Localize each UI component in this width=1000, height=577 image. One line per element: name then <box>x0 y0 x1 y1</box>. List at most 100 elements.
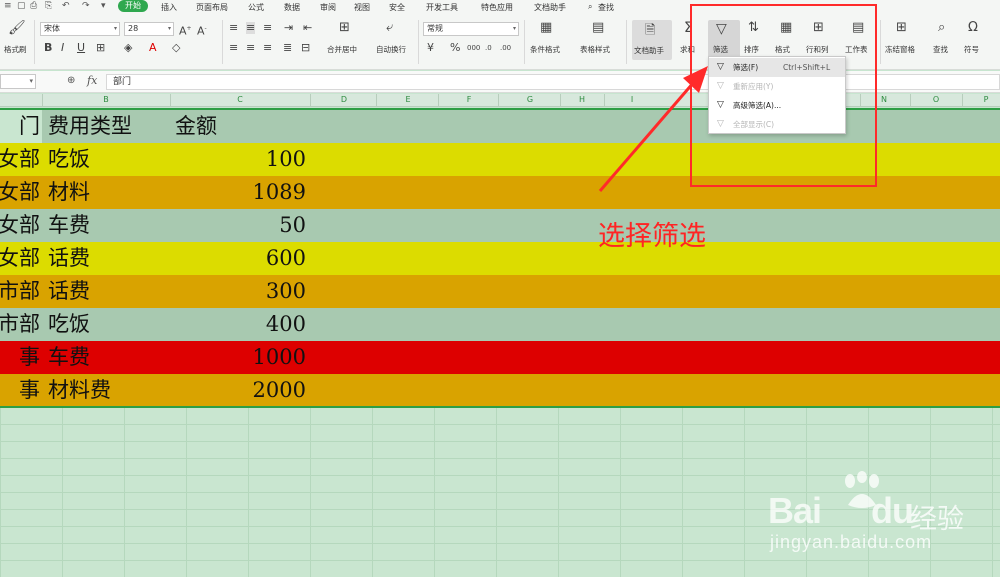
italic-icon[interactable]: I <box>61 42 64 54</box>
menu-icon[interactable]: ≡ <box>4 1 12 11</box>
tab-security[interactable]: 安全 <box>389 2 405 13</box>
freeze-panes-icon[interactable]: ⊞ <box>896 21 907 34</box>
increase-decimal-icon[interactable]: .0 <box>485 42 492 54</box>
tab-home[interactable]: 开始 <box>118 0 148 12</box>
tab-page-layout[interactable]: 页面布局 <box>196 2 228 13</box>
table-cell[interactable]: 市部 <box>0 275 40 308</box>
table-cell[interactable]: 金额 <box>175 110 217 143</box>
tab-data[interactable]: 数据 <box>284 2 300 13</box>
table-cell[interactable]: 吃饭 <box>48 143 90 176</box>
border-icon[interactable]: ⊞ <box>96 42 105 54</box>
find-icon[interactable]: ⌕ <box>938 21 945 34</box>
merge-center-icon[interactable]: ⊞ <box>339 21 350 34</box>
tab-special-apps[interactable]: 特色应用 <box>481 2 513 13</box>
table-cell[interactable]: 300 <box>170 275 306 308</box>
table-cell[interactable]: 话费 <box>48 242 90 275</box>
table-cell[interactable]: 女部 <box>0 143 40 176</box>
table-cell[interactable]: 话费 <box>48 275 90 308</box>
column-header-p[interactable]: P <box>976 95 996 104</box>
align-top-icon[interactable]: ≡ <box>229 22 238 34</box>
font-name-select[interactable]: 宋体 ▾ <box>40 22 120 36</box>
column-header-e[interactable]: E <box>398 95 418 104</box>
table-style-button[interactable]: 表格样式 <box>580 44 610 55</box>
decrease-font-icon[interactable]: A- <box>197 23 207 38</box>
underline-icon[interactable]: U <box>77 42 85 54</box>
print-icon[interactable]: ⎙ <box>30 1 37 11</box>
table-cell[interactable]: 车费 <box>48 209 90 242</box>
table-cell[interactable]: 50 <box>170 209 306 242</box>
table-cell[interactable]: 1000 <box>170 341 306 374</box>
format-painter-icon[interactable]: 🖌 <box>8 21 26 35</box>
new-file-icon[interactable]: ▢ <box>17 1 26 11</box>
justify-icon[interactable]: ≣ <box>283 42 292 54</box>
redo-icon[interactable]: ↷ <box>82 1 90 11</box>
decrease-decimal-icon[interactable]: .00 <box>500 42 511 54</box>
column-header-c[interactable]: C <box>230 95 250 104</box>
align-center-icon[interactable]: ≡ <box>246 42 255 54</box>
column-header-g[interactable]: G <box>520 95 540 104</box>
conditional-format-button[interactable]: 条件格式 <box>530 44 560 55</box>
tab-formulas[interactable]: 公式 <box>248 2 264 13</box>
align-left-icon[interactable]: ≡ <box>229 42 238 54</box>
table-cell[interactable]: 事 <box>0 341 40 374</box>
preview-icon[interactable]: ⎘ <box>45 1 52 11</box>
conditional-format-icon[interactable]: ▦ <box>540 21 552 34</box>
symbol-button[interactable]: 符号 <box>964 44 979 55</box>
font-size-select[interactable]: 28 ▾ <box>124 22 174 36</box>
wrap-text-button[interactable]: 自动换行 <box>376 44 406 55</box>
outdent-icon[interactable]: ⇤ <box>303 22 312 34</box>
currency-icon[interactable]: ¥ <box>427 42 434 54</box>
table-cell[interactable]: 材料 <box>48 176 90 209</box>
distributed-icon[interactable]: ⊟ <box>301 42 310 54</box>
table-style-icon[interactable]: ▤ <box>592 21 604 34</box>
column-header-b[interactable]: B <box>96 95 116 104</box>
number-format-select[interactable]: 常规 ▾ <box>423 22 519 36</box>
align-middle-icon[interactable]: ≡ <box>246 22 256 34</box>
table-cell[interactable]: 事 <box>0 374 40 407</box>
column-header-i[interactable]: I <box>622 95 642 104</box>
table-cell[interactable]: 400 <box>170 308 306 341</box>
column-header-f[interactable]: F <box>459 95 479 104</box>
merge-center-button[interactable]: 合并居中 <box>327 44 357 55</box>
fx-icon[interactable]: fx <box>87 74 97 87</box>
column-header-d[interactable]: D <box>334 95 354 104</box>
increase-font-icon[interactable]: A+ <box>179 23 192 38</box>
fill-color-icon[interactable]: ◈ <box>124 42 132 54</box>
column-header-h[interactable]: H <box>572 95 592 104</box>
table-cell[interactable]: 女部 <box>0 209 40 242</box>
table-cell[interactable]: 女部 <box>0 176 40 209</box>
thousands-icon[interactable]: 000 <box>467 42 480 54</box>
align-right-icon[interactable]: ≡ <box>263 42 272 54</box>
search-icon[interactable]: ⌕ <box>588 2 592 12</box>
clear-format-icon[interactable]: ◇ <box>172 42 180 54</box>
bold-icon[interactable]: B <box>44 42 52 54</box>
table-cell[interactable]: 女部 <box>0 242 40 275</box>
column-header-o[interactable]: O <box>926 95 946 104</box>
table-cell[interactable]: 市部 <box>0 308 40 341</box>
customize-toolbar-icon[interactable]: ▾ <box>101 1 106 11</box>
table-cell[interactable]: 车费 <box>48 341 90 374</box>
symbol-icon[interactable]: Ω <box>968 21 978 34</box>
tab-insert[interactable]: 插入 <box>161 2 177 13</box>
wrap-text-icon[interactable]: ⤶ <box>386 21 393 34</box>
table-cell[interactable]: 材料费 <box>48 374 111 407</box>
undo-icon[interactable]: ↶ <box>62 1 70 11</box>
tab-find[interactable]: 查找 <box>598 2 614 13</box>
zoom-icon[interactable]: ⊕ <box>67 75 75 86</box>
font-color-icon[interactable]: A <box>149 42 157 54</box>
percent-icon[interactable]: % <box>450 42 460 54</box>
align-bottom-icon[interactable]: ≡ <box>263 22 272 34</box>
table-cell[interactable]: 2000 <box>170 374 306 407</box>
column-header-n[interactable]: N <box>874 95 894 104</box>
doc-helper-button[interactable]: 🗎 文档助手 <box>632 20 672 60</box>
tab-review[interactable]: 审阅 <box>320 2 336 13</box>
table-cell[interactable]: 100 <box>170 143 306 176</box>
tab-doc-helper[interactable]: 文档助手 <box>534 2 566 13</box>
freeze-panes-button[interactable]: 冻结窗格 <box>885 44 915 55</box>
table-cell[interactable]: 1089 <box>170 176 306 209</box>
table-cell[interactable]: 600 <box>170 242 306 275</box>
table-cell[interactable]: 费用类型 <box>48 110 132 143</box>
table-cell[interactable]: 吃饭 <box>48 308 90 341</box>
tab-view[interactable]: 视图 <box>354 2 370 13</box>
name-box[interactable]: ▾ <box>0 74 36 89</box>
